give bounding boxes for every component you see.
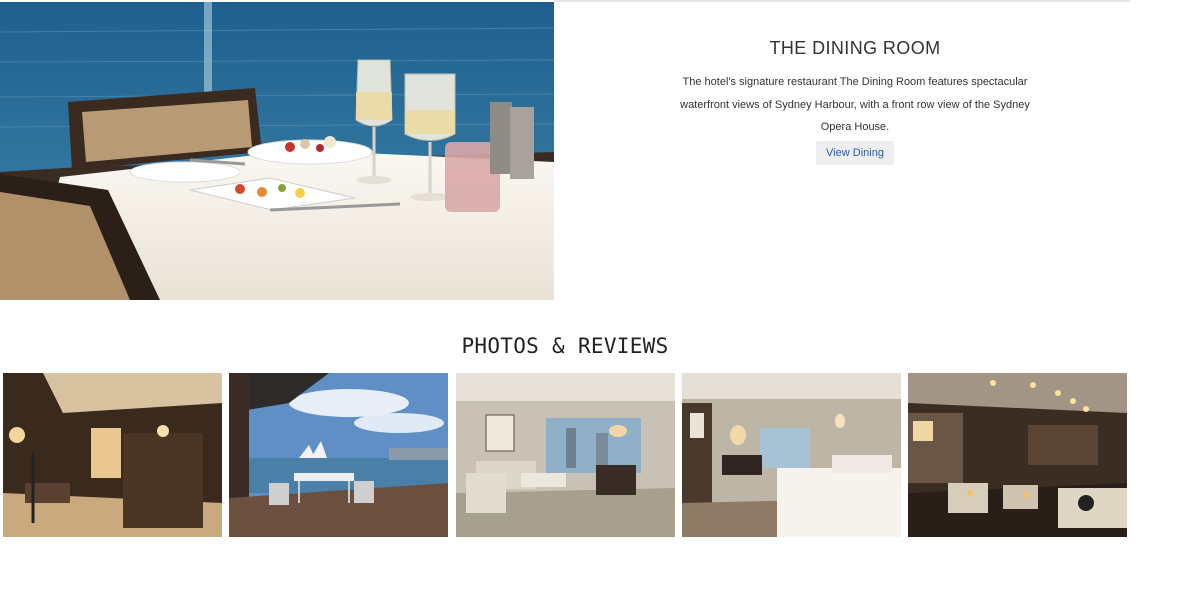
dining-room-photo [0, 2, 554, 300]
photos-reviews-title: PHOTOS & REVIEWS [461, 334, 669, 358]
gallery-photo-lobby[interactable] [3, 373, 222, 537]
gallery-photo-bedroom[interactable] [682, 373, 901, 537]
dining-info: THE DINING ROOM The hotel's signature re… [670, 38, 1040, 165]
gallery-photo-living-room[interactable] [456, 373, 675, 537]
dining-description: The hotel's signature restaurant The Din… [680, 76, 1030, 133]
gallery-photo-balcony[interactable] [229, 373, 448, 537]
dining-title: THE DINING ROOM [769, 38, 941, 58]
view-dining-button[interactable]: View Dining [816, 140, 894, 165]
gallery-photo-bar-lounge[interactable] [908, 373, 1127, 537]
top-divider [554, 0, 1130, 2]
